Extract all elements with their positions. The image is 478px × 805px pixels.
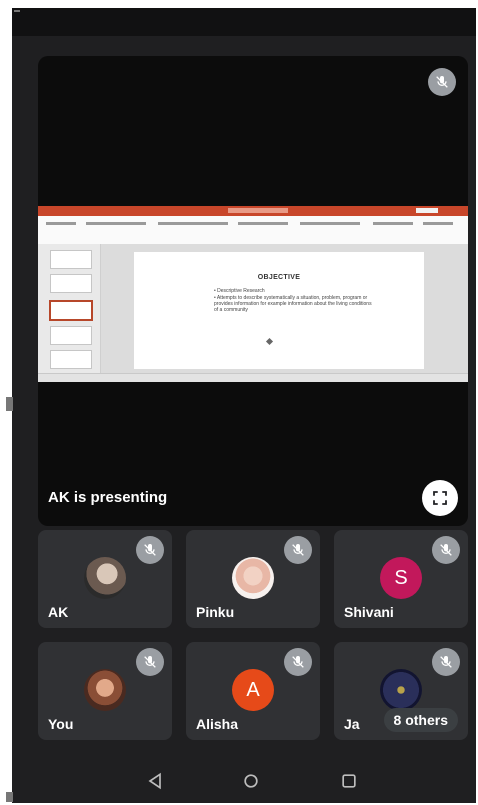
presentation-stage[interactable]: OBJECTIVE • Descriptive Research • Attem… [38,56,468,526]
participant-name: Ja [344,716,360,732]
slide-thumbnail [50,326,92,345]
participant-tile[interactable]: Pinku [186,530,320,628]
participant-name: Alisha [196,716,239,732]
mic-off-icon [428,68,456,96]
mic-off-icon [284,536,312,564]
mic-off-icon [432,648,460,676]
slide-thumbnail [50,250,92,269]
avatar [84,669,126,711]
slide: OBJECTIVE • Descriptive Research • Attem… [134,252,424,369]
slide-thumbnail-selected [49,300,93,321]
slide-thumbnail [50,274,92,293]
slide-body: • Descriptive Research • Attempts to des… [214,288,374,314]
participant-tile[interactable]: You [38,642,172,740]
mic-off-icon [432,536,460,564]
participant-tile[interactable]: Ja 8 others [334,642,468,740]
avatar: A [232,669,274,711]
presenter-label: AK is presenting [48,489,168,506]
avatar [84,557,126,599]
shared-screen: OBJECTIVE • Descriptive Research • Attem… [38,206,468,382]
app-statusbar [38,373,468,382]
home-button[interactable] [240,770,262,792]
fullscreen-icon [433,491,447,505]
participant-tile[interactable]: A Alisha [186,642,320,740]
app-ribbon [38,216,468,245]
navigation-bar [12,760,476,803]
back-icon [148,772,161,790]
slide-bullet: • Descriptive Research [214,288,265,294]
mic-off-icon [136,648,164,676]
edge-marker [6,792,13,802]
slide-thumbnails [38,244,101,373]
participant-tile[interactable]: AK [38,530,172,628]
avatar [380,669,422,711]
app-titlebar [38,206,468,216]
back-button[interactable] [144,770,166,792]
participant-tile[interactable]: S Shivani [334,530,468,628]
avatar: S [380,557,422,599]
participant-name: Shivani [344,604,394,620]
mic-off-icon [284,648,312,676]
edge-marker [6,397,13,411]
participant-name: AK [48,604,69,620]
fullscreen-button[interactable] [422,480,458,516]
recents-icon [342,774,356,788]
participant-name: Pinku [196,604,235,620]
home-icon [244,774,258,788]
slide-editor: OBJECTIVE • Descriptive Research • Attem… [101,244,468,373]
status-bar [12,8,476,36]
mic-off-icon [136,536,164,564]
phone-screen: OBJECTIVE • Descriptive Research • Attem… [12,8,476,803]
recents-button[interactable] [338,770,360,792]
slide-title: OBJECTIVE [257,274,301,281]
pointer-cursor [265,337,274,346]
slide-thumbnail [50,350,92,369]
avatar [232,557,274,599]
slide-bullet: • Attempts to describe systematically a … [214,295,372,313]
others-chip[interactable]: 8 others [383,708,458,732]
participant-name: You [48,716,74,732]
